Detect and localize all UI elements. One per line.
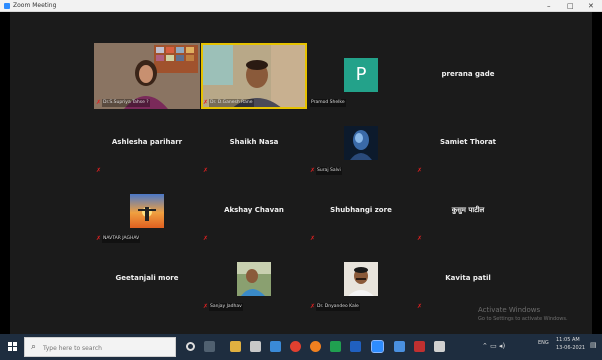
participant-name: Geetanjali more: [115, 274, 179, 282]
muted-mic-icon: ✗: [417, 303, 423, 310]
participant-name: Dr. Dnyandeo Kale: [316, 303, 360, 311]
participant-name: Dr. D.Ganesh Rane: [209, 99, 254, 107]
participant-profile-photo: [237, 262, 271, 296]
muted-mic-icon: ✗: [203, 235, 209, 242]
file-explorer-icon[interactable]: [230, 341, 241, 352]
participant-tile[interactable]: Ashlesha pariharr ✗: [94, 111, 200, 177]
participant-tile[interactable]: ✗ Sanjay Jadhav: [201, 247, 307, 313]
participant-profile-photo: [130, 194, 164, 228]
participant-tile[interactable]: Shubhangi zore ✗: [308, 179, 414, 245]
participant-name: Akshay Chavan: [224, 206, 284, 214]
window-title: Zoom Meeting: [13, 2, 57, 9]
participant-tile[interactable]: ✗ Dr.S.Supriya Tahse ?: [94, 43, 200, 109]
firefox-icon[interactable]: [310, 341, 321, 352]
participant-name: Suraj Salvi: [316, 167, 342, 175]
participant-tile[interactable]: ✗ Suraj Salvi: [308, 111, 414, 177]
app-icon[interactable]: [414, 341, 425, 352]
close-button[interactable]: ✕: [588, 1, 594, 11]
notification-icon[interactable]: ▤: [590, 342, 597, 349]
taskbar-search[interactable]: ⌕: [24, 337, 176, 357]
participant-avatar: P: [344, 58, 378, 92]
gallery-view: ✗ Dr.S.Supriya Tahse ? ✗ Dr. D.Ganesh Ra…: [10, 12, 592, 334]
participant-tile[interactable]: ✗ Dr. Dnyandeo Kale: [308, 247, 414, 313]
muted-mic-icon: ✗: [310, 235, 316, 242]
participant-profile-photo: [344, 126, 378, 160]
participant-profile-photo: [344, 262, 378, 296]
cortana-icon[interactable]: [186, 342, 195, 351]
participant-tile[interactable]: P Pramod Shelke: [308, 43, 414, 109]
muted-mic-icon: ✗: [417, 167, 423, 174]
muted-mic-icon: ✗: [96, 99, 102, 106]
participant-name: NAVTAR JAGHAV: [102, 235, 141, 243]
participant-name: Kavita patil: [445, 274, 491, 282]
participant-name: कुसुम पाटील: [451, 206, 485, 214]
muted-mic-icon: ✗: [203, 303, 209, 310]
tray-icons[interactable]: ⌃ ▭ ◂): [482, 343, 505, 350]
participant-tile[interactable]: prerana gade: [415, 43, 521, 109]
participant-name: Pramod Shelke: [310, 99, 346, 107]
participant-tile[interactable]: Akshay Chavan ✗: [201, 179, 307, 245]
participant-tile[interactable]: कुसुम पाटील ✗: [415, 179, 521, 245]
participant-name: Shaikh Nasa: [229, 138, 279, 146]
participant-name: Dr.S.Supriya Tahse ?: [102, 99, 150, 107]
participant-name: Ashlesha pariharr: [111, 138, 183, 146]
muted-mic-icon: ✗: [310, 167, 316, 174]
app-icon[interactable]: [394, 341, 405, 352]
muted-mic-icon: ✗: [203, 99, 209, 106]
muted-mic-icon: ✗: [417, 235, 423, 242]
activation-watermark-title: Activate Windows: [478, 306, 541, 314]
participant-name: prerana gade: [441, 70, 495, 78]
search-icon: ⌕: [31, 342, 37, 352]
language-indicator[interactable]: ENG: [538, 340, 549, 347]
taskbar: ⌕ ⌃ ▭ ◂) ENG 11:05 AM 13-06-2021 ▤: [0, 334, 602, 360]
chrome-icon[interactable]: [290, 341, 301, 352]
participant-tile[interactable]: ✗ NAVTAR JAGHAV: [94, 179, 200, 245]
maximize-button[interactable]: □: [567, 1, 574, 11]
app-icon[interactable]: [434, 341, 445, 352]
participant-tile-active-speaker[interactable]: ✗ Dr. D.Ganesh Rane: [201, 43, 307, 109]
participant-tile[interactable]: Shaikh Nasa ✗: [201, 111, 307, 177]
edge-icon[interactable]: [350, 341, 361, 352]
participant-tile[interactable]: Geetanjali more: [94, 247, 200, 313]
participant-name: Samiet Thorat: [439, 138, 497, 146]
zoom-app-icon: [4, 3, 10, 9]
muted-mic-icon: ✗: [203, 167, 209, 174]
minimize-button[interactable]: –: [547, 1, 551, 11]
participant-tile[interactable]: Kavita patil ✗: [415, 247, 521, 313]
store-icon[interactable]: [250, 341, 261, 352]
participant-name: Sanjay Jadhav: [209, 303, 243, 311]
muted-mic-icon: ✗: [96, 235, 102, 242]
muted-mic-icon: ✗: [310, 303, 316, 310]
mail-icon[interactable]: [270, 341, 281, 352]
zoom-taskbar-icon[interactable]: [371, 340, 384, 353]
activation-watermark-subtitle: Go to Settings to activate Windows.: [478, 316, 568, 322]
muted-mic-icon: ✗: [96, 167, 102, 174]
participant-name: Shubhangi zore: [330, 206, 392, 214]
window-titlebar: Zoom Meeting – □ ✕: [0, 0, 602, 12]
clock-date[interactable]: 13-06-2021: [556, 345, 585, 352]
task-view-icon[interactable]: [204, 341, 215, 352]
app-icon[interactable]: [330, 341, 341, 352]
search-input[interactable]: [43, 342, 173, 354]
clock-time[interactable]: 11:05 AM: [556, 337, 580, 344]
windows-start-icon[interactable]: [8, 342, 18, 352]
participant-tile[interactable]: Samiet Thorat ✗: [415, 111, 521, 177]
